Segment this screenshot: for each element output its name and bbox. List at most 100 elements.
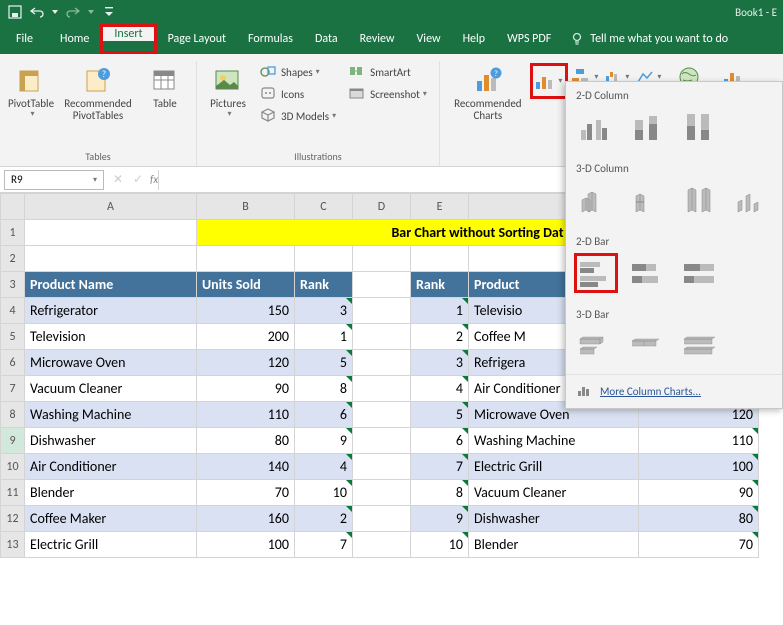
tab-formulas[interactable]: Formulas <box>237 24 304 54</box>
header-product-name[interactable]: Product Name <box>25 272 197 298</box>
cell[interactable]: 2 <box>411 324 469 350</box>
cell[interactable]: 8 <box>411 480 469 506</box>
row-header[interactable]: 3 <box>1 272 25 298</box>
cell[interactable]: 80 <box>197 428 295 454</box>
cell[interactable]: Washing Machine <box>469 428 639 454</box>
column-chart-button[interactable]: ▾ <box>534 67 564 95</box>
cell[interactable]: 5 <box>411 402 469 428</box>
row-header[interactable]: 9 <box>1 428 25 454</box>
undo-icon[interactable] <box>29 4 45 20</box>
stacked-column-button[interactable] <box>626 107 670 147</box>
cell[interactable]: 110 <box>639 428 759 454</box>
stacked-100-column-button[interactable] <box>678 107 722 147</box>
tab-data[interactable]: Data <box>304 24 349 54</box>
tab-insert[interactable]: Insert <box>103 27 153 41</box>
row-header[interactable]: 12 <box>1 506 25 532</box>
cell[interactable]: 90 <box>639 480 759 506</box>
tab-home[interactable]: Home <box>49 24 100 54</box>
cell[interactable]: 6 <box>411 428 469 454</box>
stacked-100-bar-button[interactable] <box>678 253 722 293</box>
3d-clustered-bar-button[interactable] <box>574 326 618 366</box>
tab-help[interactable]: Help <box>452 24 497 54</box>
undo-split-icon[interactable] <box>51 4 59 20</box>
cell[interactable]: Electric Grill <box>25 532 197 558</box>
3d-100-stacked-bar-button[interactable] <box>678 326 722 366</box>
cell[interactable]: 10 <box>295 480 353 506</box>
redo-split-icon[interactable] <box>87 4 95 20</box>
cell[interactable]: Vacuum Cleaner <box>469 480 639 506</box>
cell[interactable]: 200 <box>197 324 295 350</box>
cell[interactable]: 90 <box>197 376 295 402</box>
cell[interactable]: 80 <box>639 506 759 532</box>
qat-more-icon[interactable] <box>101 4 117 20</box>
cell[interactable]: Microwave Oven <box>25 350 197 376</box>
clustered-column-button[interactable] <box>574 107 618 147</box>
recommended-charts-button[interactable]: ? Recommended Charts <box>446 61 530 125</box>
cell[interactable]: 100 <box>639 454 759 480</box>
cell[interactable]: Refrigerator <box>25 298 197 324</box>
cell[interactable]: Air Conditioner <box>25 454 197 480</box>
redo-icon[interactable] <box>65 4 81 20</box>
tab-page-layout[interactable]: Page Layout <box>157 24 237 54</box>
3d-stacked-bar-button[interactable] <box>626 326 670 366</box>
cell[interactable]: Dishwasher <box>25 428 197 454</box>
cancel-icon[interactable]: ✕ <box>108 172 128 187</box>
3d-column-button[interactable] <box>730 180 774 220</box>
table-button[interactable]: Table <box>140 61 190 125</box>
header-units-sold[interactable]: Units Sold <box>197 272 295 298</box>
3d-stacked-column-button[interactable] <box>626 180 670 220</box>
pictures-button[interactable]: Pictures▾ <box>203 61 253 127</box>
cell[interactable]: Washing Machine <box>25 402 197 428</box>
fx-label[interactable]: fx <box>150 173 158 186</box>
row-header[interactable]: 1 <box>1 220 25 246</box>
col-header-B[interactable]: B <box>197 194 295 220</box>
cell[interactable]: 9 <box>295 428 353 454</box>
enter-icon[interactable]: ✓ <box>128 172 148 187</box>
row-header[interactable]: 8 <box>1 402 25 428</box>
cell[interactable]: 7 <box>411 454 469 480</box>
cell[interactable]: 120 <box>197 350 295 376</box>
header-rank-left[interactable]: Rank <box>295 272 353 298</box>
row-header[interactable]: 6 <box>1 350 25 376</box>
3d-clustered-column-button[interactable] <box>574 180 618 220</box>
cell[interactable]: Dishwasher <box>469 506 639 532</box>
cell[interactable]: 8 <box>295 376 353 402</box>
icons-button[interactable]: Icons <box>253 83 342 105</box>
cell[interactable]: 10 <box>411 532 469 558</box>
row-header[interactable]: 2 <box>1 246 25 272</box>
cell[interactable]: 140 <box>197 454 295 480</box>
name-box[interactable]: R9▾ <box>4 170 104 190</box>
tell-me-box[interactable]: Tell me what you want to do <box>570 24 728 54</box>
select-all-corner[interactable] <box>1 194 25 220</box>
cell[interactable]: 6 <box>295 402 353 428</box>
cell[interactable]: 1 <box>411 298 469 324</box>
cell[interactable]: 1 <box>295 324 353 350</box>
cell[interactable]: 5 <box>295 350 353 376</box>
cell[interactable]: Blender <box>25 480 197 506</box>
cell[interactable]: Blender <box>469 532 639 558</box>
row-header[interactable]: 10 <box>1 454 25 480</box>
cell[interactable]: 2 <box>295 506 353 532</box>
tab-view[interactable]: View <box>406 24 452 54</box>
3d-100-stacked-column-button[interactable] <box>678 180 722 220</box>
cell[interactable]: Coffee Maker <box>25 506 197 532</box>
shapes-button[interactable]: Shapes▾ <box>253 61 342 83</box>
cell[interactable]: 7 <box>295 532 353 558</box>
row-header[interactable]: 7 <box>1 376 25 402</box>
smartart-button[interactable]: SmartArt <box>342 61 433 83</box>
cell[interactable]: 160 <box>197 506 295 532</box>
worksheet-grid[interactable]: A B C D E 1 Bar Chart without Sorting Da… <box>0 193 783 558</box>
cell[interactable]: 4 <box>295 454 353 480</box>
header-rank-right[interactable]: Rank <box>411 272 469 298</box>
recommended-pivottables-button[interactable]: ? Recommended PivotTables <box>56 61 140 125</box>
row-header[interactable]: 11 <box>1 480 25 506</box>
cell[interactable]: 150 <box>197 298 295 324</box>
tab-file[interactable]: File <box>0 24 49 54</box>
save-icon[interactable] <box>7 4 23 20</box>
more-column-charts-link[interactable]: More Column Charts... <box>566 374 782 408</box>
cell[interactable]: 9 <box>411 506 469 532</box>
cell[interactable]: 3 <box>411 350 469 376</box>
row-header[interactable]: 13 <box>1 532 25 558</box>
stacked-bar-button[interactable] <box>626 253 670 293</box>
cell[interactable]: 4 <box>411 376 469 402</box>
